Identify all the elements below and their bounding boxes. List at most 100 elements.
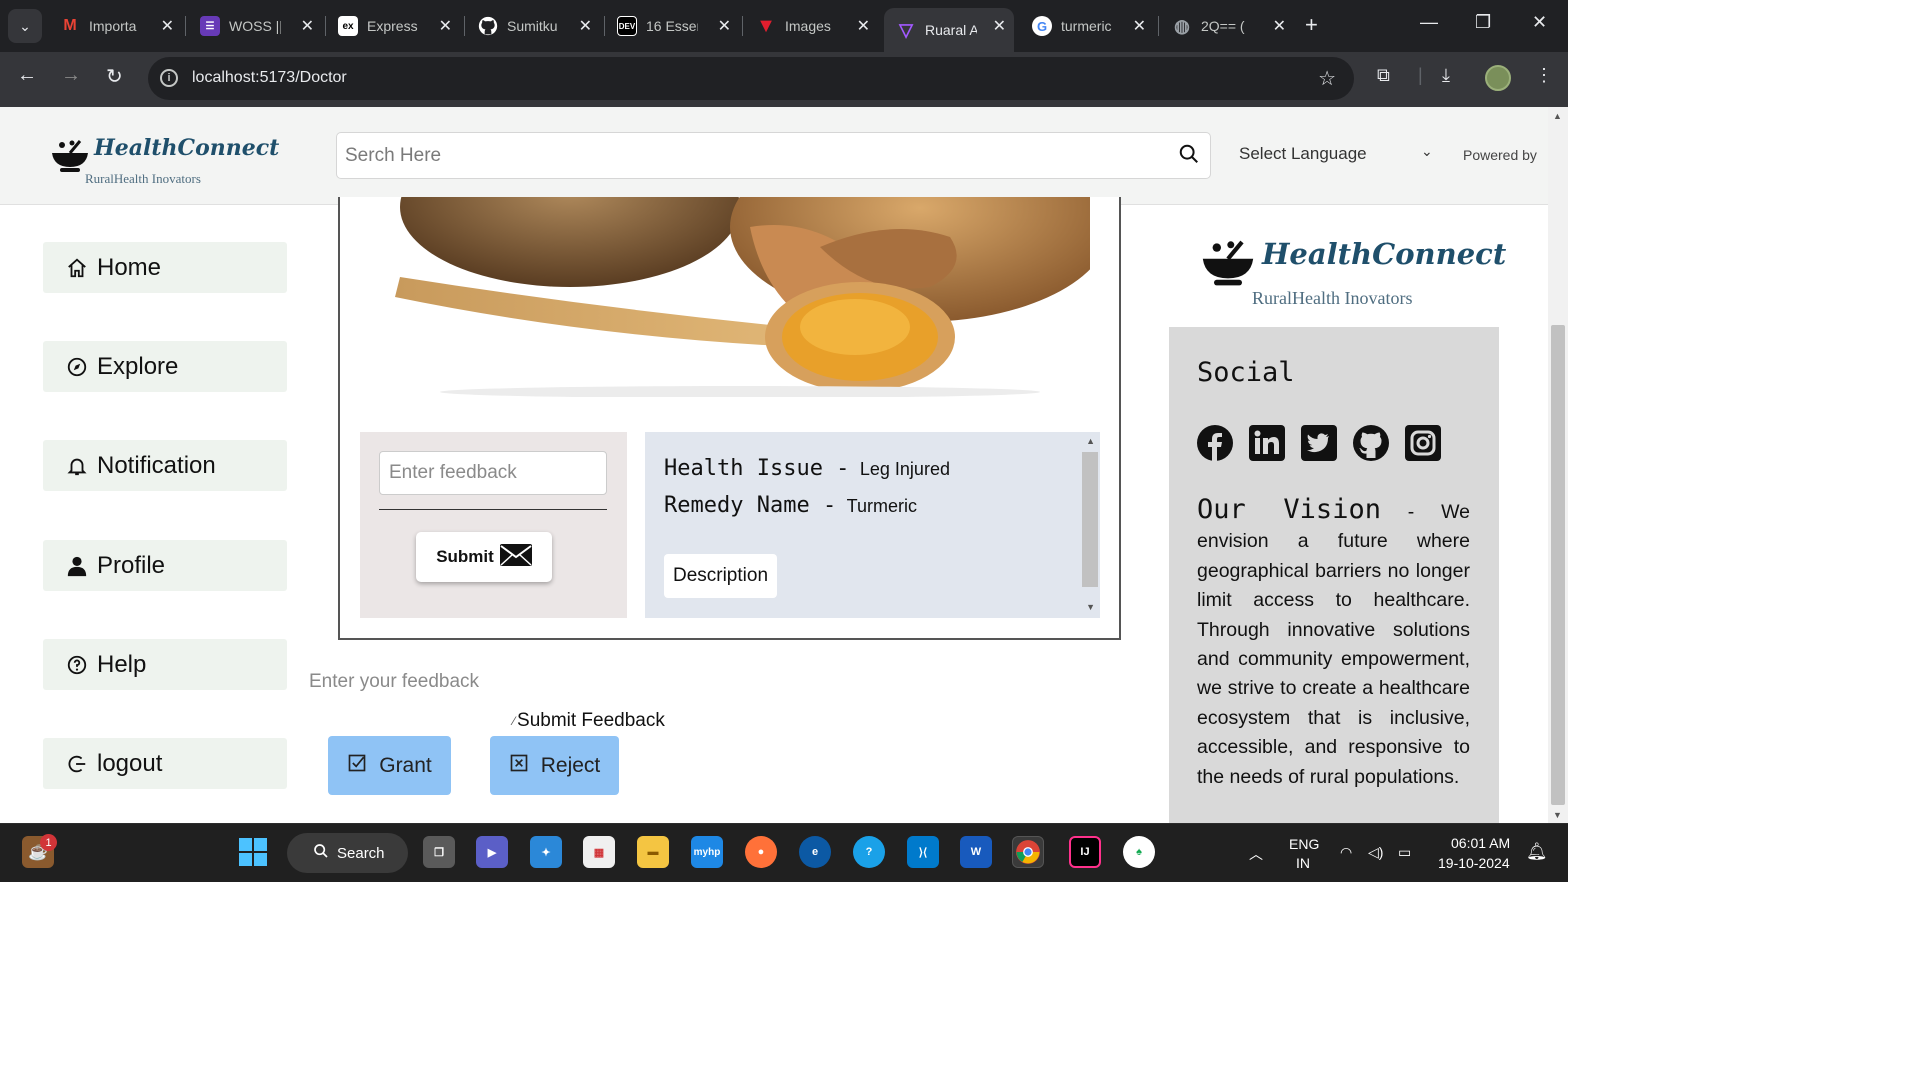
facebook-icon[interactable] (1197, 425, 1233, 461)
url-text[interactable]: localhost:5173/Doctor (192, 69, 347, 87)
submit-button[interactable]: Submit (416, 532, 552, 582)
close-icon[interactable]: ✕ (857, 16, 870, 36)
browser-tab-bar: ⌄ M Importa ✕ ☰ WOSS || ✕ ex Express ✕ S… (0, 0, 1568, 52)
reject-button[interactable]: Reject (490, 736, 619, 795)
mongodb-icon[interactable]: ♠ (1123, 836, 1155, 868)
linkedin-icon[interactable] (1249, 425, 1285, 461)
new-tab-button[interactable]: + (1305, 12, 1318, 38)
feedback-input[interactable] (379, 451, 607, 495)
tab-forms[interactable]: ☰ WOSS || ✕ (188, 8, 322, 44)
clock-time[interactable]: 06:01 AM (1451, 835, 1510, 851)
sidebar-item-help[interactable]: Help (43, 639, 287, 690)
wifi-icon[interactable]: ◠ (1340, 844, 1352, 861)
turmeric-image (390, 197, 1090, 397)
vscode-icon[interactable]: ⟩⟨ (907, 836, 939, 868)
volume-icon[interactable]: ◁) (1368, 844, 1383, 861)
profile-avatar[interactable] (1485, 65, 1511, 91)
scroll-thumb[interactable] (1082, 452, 1098, 587)
notification-bell-icon[interactable]: 🔔︎ (1526, 842, 1548, 862)
edge-icon[interactable]: e (799, 836, 831, 868)
tab-image-data[interactable]: ◍ 2Q== ( ✕ (1160, 8, 1294, 44)
menu-kebab-icon[interactable]: ⋮ (1535, 65, 1553, 86)
scroll-down-icon[interactable]: ▼ (1553, 810, 1562, 820)
close-icon[interactable]: ✕ (439, 16, 452, 36)
extensions-icon[interactable]: ⧉ (1377, 65, 1390, 86)
window-close-icon[interactable]: ✕ (1532, 12, 1547, 33)
vision-text: - We envision a future where geographica… (1197, 501, 1470, 788)
myhp-icon[interactable]: myhp (691, 836, 723, 868)
sidebar-item-logout[interactable]: logout (43, 738, 287, 789)
chrome-icon[interactable] (1012, 836, 1044, 868)
tray-chevron-up-icon[interactable]: ︿ (1249, 844, 1263, 864)
details-scrollbar[interactable]: ▲ ▼ (1081, 432, 1100, 618)
bookmark-star-icon[interactable]: ☆ (1318, 66, 1336, 91)
close-icon[interactable]: ✕ (579, 16, 592, 36)
forward-icon[interactable]: → (61, 64, 81, 87)
toolbar-divider: | (1418, 65, 1423, 85)
close-icon[interactable]: ✕ (301, 16, 314, 36)
task-view-icon[interactable]: ❐ (423, 836, 455, 868)
bell-icon (65, 455, 89, 477)
grant-button[interactable]: Grant (328, 736, 451, 795)
brand-logo[interactable]: HealthConnect RuralHealth Inovators (50, 131, 279, 191)
firefox-icon[interactable]: ● (745, 836, 777, 868)
tab-turmeric[interactable]: G turmeric ✕ (1020, 8, 1154, 44)
scroll-up-icon[interactable]: ▲ (1553, 111, 1562, 121)
sidebar-item-notification[interactable]: Notification (43, 440, 287, 491)
sidebar-item-explore[interactable]: Explore (43, 341, 287, 392)
back-icon[interactable]: ← (17, 64, 37, 87)
search-icon[interactable] (1178, 143, 1200, 170)
close-icon[interactable]: ✕ (993, 16, 1006, 36)
feedback-text-input[interactable]: Enter your feedback (309, 671, 479, 693)
battery-icon[interactable]: ▭ (1398, 844, 1411, 861)
tab-ruaral-active[interactable]: ▽ Ruaral A ✕ (884, 8, 1014, 52)
file-explorer-icon[interactable]: ▬ (637, 836, 669, 868)
twitter-icon[interactable] (1301, 425, 1337, 461)
compass-icon (65, 356, 89, 378)
site-info-icon[interactable]: i (160, 69, 178, 87)
close-icon[interactable]: ✕ (718, 16, 731, 36)
taskbar-search[interactable]: Search (287, 833, 408, 873)
scroll-down-icon[interactable]: ▼ (1086, 602, 1095, 612)
copilot-icon[interactable]: ✦ (530, 836, 562, 868)
word-icon[interactable]: W (960, 836, 992, 868)
tab-search-button[interactable]: ⌄ (8, 9, 42, 43)
address-bar[interactable]: i localhost:5173/Doctor ☆ (148, 57, 1354, 100)
language-top[interactable]: ENG (1289, 836, 1319, 852)
sidebar-item-profile[interactable]: Profile (43, 540, 287, 591)
search-input[interactable] (345, 143, 1145, 169)
tab-label: 2Q== ( (1201, 18, 1245, 34)
tab-express[interactable]: ex Express ✕ (326, 8, 460, 44)
chevron-down-icon[interactable]: ⌄ (1421, 143, 1433, 160)
tab-images[interactable]: ▼ Images ✕ (744, 8, 878, 44)
language-select[interactable]: Select Language (1239, 144, 1367, 164)
tab-gmail[interactable]: M Importa ✕ (48, 8, 182, 44)
windows-start-icon[interactable] (237, 836, 269, 868)
tab-dev[interactable]: DEV 16 Esser ✕ (605, 8, 739, 44)
meet-icon[interactable]: ▶ (476, 836, 508, 868)
brand-name: HealthConnect (94, 135, 280, 161)
close-icon[interactable]: ✕ (1133, 16, 1146, 36)
github-icon[interactable] (1353, 425, 1389, 461)
page-scroll-thumb[interactable] (1551, 325, 1565, 805)
close-icon[interactable]: ✕ (161, 16, 174, 36)
close-icon[interactable]: ✕ (1273, 16, 1286, 36)
tab-label: Importa (89, 18, 137, 34)
brand-logo-large: HealthConnect RuralHealth Inovators (1200, 233, 1506, 313)
clock-date[interactable]: 19-10-2024 (1438, 855, 1510, 871)
sidebar-item-home[interactable]: Home (43, 242, 287, 293)
tab-github[interactable]: Sumitku ✕ (466, 8, 600, 44)
intellij-icon[interactable]: IJ (1069, 836, 1101, 868)
github-icon (478, 16, 498, 36)
help-app-icon[interactable]: ? (853, 836, 885, 868)
download-icon[interactable]: ⤓ (1442, 65, 1450, 86)
restore-icon[interactable]: ❐ (1475, 12, 1491, 33)
description-button[interactable]: Description (664, 554, 777, 598)
store-icon[interactable]: ▦ (583, 836, 615, 868)
reload-icon[interactable]: ↻ (106, 64, 123, 89)
submit-feedback-button[interactable]: ⁄ Submit Feedback (513, 710, 665, 732)
scroll-up-icon[interactable]: ▲ (1086, 436, 1095, 446)
language-bottom[interactable]: IN (1296, 855, 1310, 871)
instagram-icon[interactable] (1405, 425, 1441, 461)
minimize-icon[interactable]: — (1420, 12, 1438, 33)
